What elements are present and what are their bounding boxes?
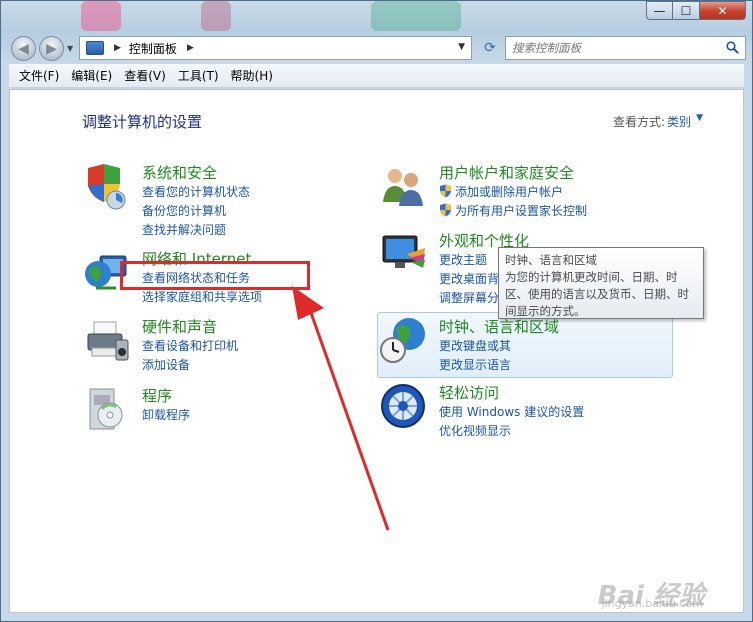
menu-view[interactable]: 查看(V) xyxy=(118,67,172,84)
category-link[interactable]: 查看您的计算机状态 xyxy=(142,183,250,200)
category-link[interactable]: 添加设备 xyxy=(142,356,190,373)
category-link[interactable]: 使用 Windows 建议的设置 xyxy=(439,403,584,420)
annotation-arrow-icon xyxy=(292,286,390,531)
glass-blot xyxy=(201,1,231,31)
breadcrumb-control-panel[interactable]: 控制面板 xyxy=(129,40,177,57)
tooltip: 时钟、语言和区域 为您的计算机更改时间、日期、时区、使用的语言以及货币、日期、时… xyxy=(498,247,704,319)
category-link[interactable]: 卸载程序 xyxy=(142,406,190,423)
category-link[interactable]: 优化视频显示 xyxy=(439,422,511,439)
view-by-dropdown-arrow-icon[interactable]: ▼ xyxy=(696,113,703,123)
refresh-icon: ⟳ xyxy=(484,40,496,56)
back-button[interactable]: ◀ xyxy=(11,36,36,61)
view-by-label: 查看方式: xyxy=(612,115,665,129)
category-link[interactable]: 为所有用户设置家长控制 xyxy=(439,202,587,219)
category-system-security: 系统和安全 查看您的计算机状态 备份您的计算机 查找并解决问题 xyxy=(82,162,342,237)
refresh-button[interactable]: ⟳ xyxy=(479,36,501,60)
appearance-monitor-icon[interactable] xyxy=(379,230,427,278)
category-ease-of-access: 轻松访问 使用 Windows 建议的设置 优化视频显示 xyxy=(379,382,679,438)
category-link[interactable]: 更改显示语言 xyxy=(439,356,511,373)
control-panel-window: — ☐ ✕ ◀ ▶ ▼ ▶ 控制面板 ▶ ▼ ⟳ 文件(F) xyxy=(0,0,753,622)
printer-icon[interactable] xyxy=(82,316,130,364)
category-title[interactable]: 程序 xyxy=(142,385,172,406)
category-title[interactable]: 用户帐户和家庭安全 xyxy=(439,162,574,183)
menu-tools[interactable]: 工具(T) xyxy=(172,67,225,84)
uac-shield-icon xyxy=(440,184,451,198)
caption-buttons: — ☐ ✕ xyxy=(646,1,746,20)
page-title: 调整计算机的设置 xyxy=(82,113,203,131)
forward-button[interactable]: ▶ xyxy=(39,36,64,61)
category-title[interactable]: 系统和安全 xyxy=(142,162,217,183)
category-link[interactable]: 更改主题 xyxy=(439,251,487,268)
category-clock-language: 时钟、语言和区域 更改键盘或其 更改显示语言 xyxy=(379,316,679,372)
control-panel-icon xyxy=(86,41,104,55)
navigation-bar: ◀ ▶ ▼ ▶ 控制面板 ▶ ▼ ⟳ xyxy=(9,32,746,62)
category-link[interactable]: 查找并解决问题 xyxy=(142,221,226,238)
breadcrumb-separator-icon[interactable]: ▶ xyxy=(114,43,121,53)
address-dropdown-icon[interactable]: ▼ xyxy=(458,42,465,52)
back-arrow-icon: ◀ xyxy=(18,40,29,57)
category-title[interactable]: 硬件和声音 xyxy=(142,316,217,337)
glass-blot xyxy=(371,1,461,31)
category-link[interactable]: 备份您的计算机 xyxy=(142,202,226,219)
category-link[interactable]: 选择家庭组和共享选项 xyxy=(142,288,262,305)
watermark-url: jingyan.baidu.com xyxy=(601,597,703,610)
category-title[interactable]: 轻松访问 xyxy=(439,382,499,403)
search-icon[interactable] xyxy=(726,41,739,54)
forward-arrow-icon: ▶ xyxy=(46,40,57,57)
uac-shield-icon xyxy=(440,203,451,217)
view-by-dropdown[interactable]: 类别 xyxy=(667,113,691,130)
category-link[interactable]: 更改键盘或其 xyxy=(439,337,511,354)
users-icon[interactable] xyxy=(379,162,427,210)
breadcrumb-separator-icon[interactable]: ▶ xyxy=(187,43,194,53)
menu-help[interactable]: 帮助(H) xyxy=(225,67,279,84)
glass-blot xyxy=(81,1,121,31)
category-link[interactable]: 添加或删除用户帐户 xyxy=(439,183,563,200)
menu-edit[interactable]: 编辑(E) xyxy=(65,67,118,84)
tooltip-title: 时钟、语言和区域 xyxy=(505,253,597,267)
system-security-shield-icon[interactable] xyxy=(82,162,130,210)
category-user-accounts: 用户帐户和家庭安全 添加或删除用户帐户 为所有用户设置家长控制 xyxy=(379,162,679,218)
category-link-text[interactable]: 添加或删除用户帐户 xyxy=(455,185,563,199)
tooltip-body: 为您的计算机更改时间、日期、时区、使用的语言以及货币、日期、时间显示的方式。 xyxy=(505,270,689,318)
search-input[interactable] xyxy=(512,41,712,55)
category-link-text[interactable]: 为所有用户设置家长控制 xyxy=(455,204,587,218)
menu-file[interactable]: 文件(F) xyxy=(13,67,65,84)
history-dropdown-icon[interactable]: ▼ xyxy=(67,44,73,53)
address-bar[interactable]: ▶ 控制面板 ▶ ▼ xyxy=(79,36,472,60)
maximize-button[interactable]: ☐ xyxy=(673,1,700,20)
category-link[interactable]: 查看设备和打印机 xyxy=(142,337,238,354)
content-area: 调整计算机的设置 查看方式: 类别 ▼ 系统和安全 查看您的计算机状态 备份您的… xyxy=(9,89,744,613)
close-button[interactable]: ✕ xyxy=(700,1,746,20)
programs-disc-icon[interactable] xyxy=(82,385,130,433)
minimize-button[interactable]: — xyxy=(646,1,673,20)
search-box[interactable] xyxy=(505,36,746,60)
menu-bar: 文件(F) 编辑(E) 查看(V) 工具(T) 帮助(H) xyxy=(9,64,744,88)
